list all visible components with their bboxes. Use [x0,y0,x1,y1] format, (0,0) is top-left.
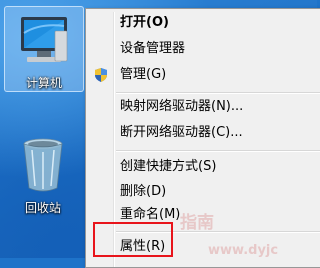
menu-item-map-network-drive[interactable]: 映射网络驱动器(N)... [88,96,320,118]
menu-item-delete[interactable]: 删除(D) [88,181,320,203]
menu-item-device-manager[interactable]: 设备管理器 [88,38,320,60]
annotation-highlight-box [93,222,173,257]
menu-item-label: 断开网络驱动器(C)... [120,125,243,140]
menu-separator [116,92,320,94]
menu-item-label: 打开(O) [120,15,169,30]
menu-item-disconnect-network-drive[interactable]: 断开网络驱动器(C)... [88,122,320,144]
uac-shield-icon [95,68,107,82]
menu-item-manage[interactable]: 管理(G) [88,64,320,86]
menu-item-label: 设备管理器 [120,41,186,56]
menu-item-create-shortcut[interactable]: 创建快捷方式(S) [88,156,320,178]
recycle-bin-icon [23,138,63,192]
menu-item-label: 创建快捷方式(S) [120,159,217,174]
desktop-icon-label: 计算机 [25,76,62,90]
desktop-icon-computer[interactable]: 计算机 [4,6,84,92]
menu-item-label: 删除(D) [120,184,167,199]
menu-item-label: 映射网络驱动器(N)... [120,99,244,114]
menu-item-label: 管理(G) [120,67,167,82]
desktop-icon-recycle-bin[interactable]: 回收站 [4,130,82,222]
menu-separator [116,150,320,152]
computer-icon [21,17,68,62]
desktop-icon-label: 回收站 [24,201,61,215]
menu-item-open[interactable]: 打开(O) [88,12,320,34]
